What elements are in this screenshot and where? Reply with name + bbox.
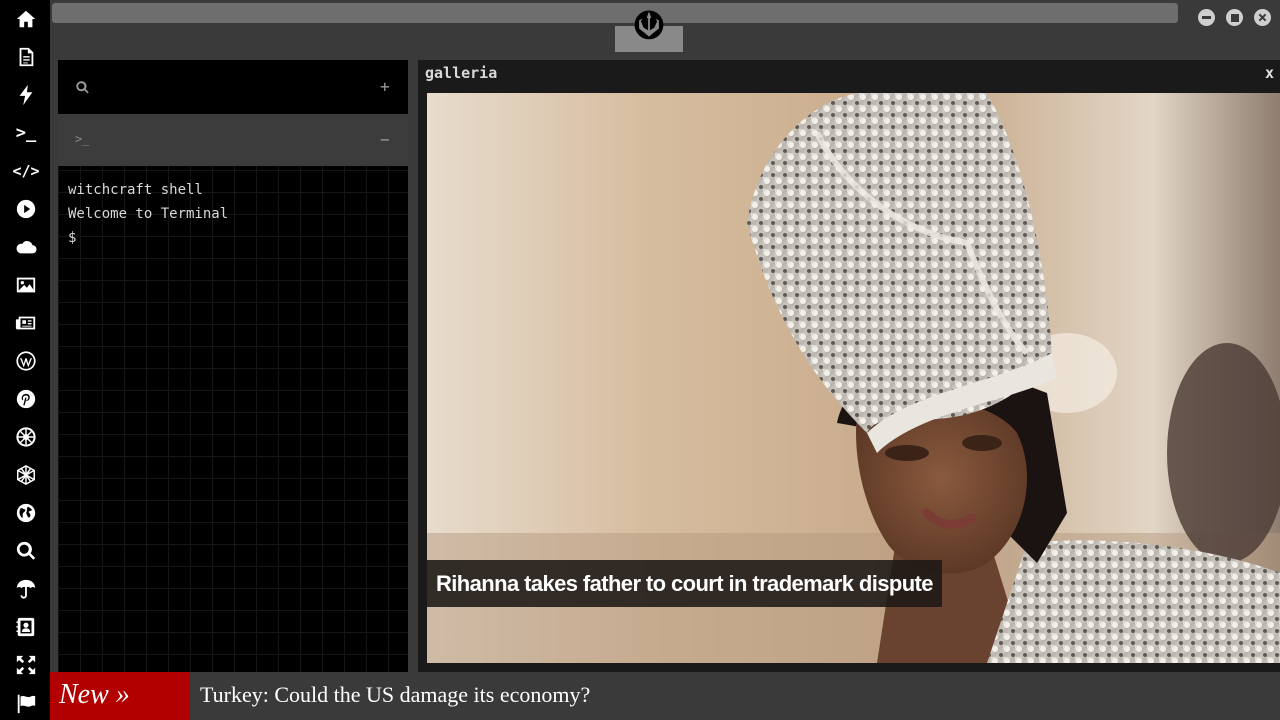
lightning-icon[interactable]: [13, 82, 39, 108]
newspaper-icon[interactable]: [13, 310, 39, 336]
wordpress-icon[interactable]: [13, 348, 39, 374]
terminal-icon[interactable]: >_: [13, 120, 39, 146]
close-icon: [1258, 13, 1267, 22]
ticker-headline[interactable]: Turkey: Could the US damage its economy?: [200, 672, 590, 718]
add-tab-button[interactable]: +: [380, 77, 390, 96]
terminal-output[interactable]: witchcraft shell Welcome to Terminal $: [68, 178, 228, 250]
code-icon[interactable]: </>: [12, 158, 39, 184]
gallery-panel: galleria x Rihanna takes father to court…: [418, 60, 1280, 672]
terminal-prompt: $: [68, 230, 77, 246]
gallery-title: galleria: [425, 64, 498, 82]
photo-caption[interactable]: Rihanna takes father to court in tradema…: [427, 560, 942, 607]
close-window-button[interactable]: [1254, 9, 1271, 26]
geometric-sphere-icon[interactable]: [13, 462, 39, 488]
rebel-emblem-icon[interactable]: [13, 424, 39, 450]
collapse-button[interactable]: −: [380, 130, 390, 149]
rebel-alliance-icon[interactable]: [615, 0, 683, 52]
cloud-icon[interactable]: [13, 234, 39, 260]
top-bar: [50, 0, 1280, 52]
prompt-icon: >_: [75, 132, 90, 146]
expand-icon[interactable]: [13, 652, 39, 678]
contacts-icon[interactable]: [13, 614, 39, 640]
gallery-close-button[interactable]: x: [1265, 64, 1274, 82]
terminal-search-bar: +: [58, 60, 408, 114]
search-icon[interactable]: [13, 538, 39, 564]
maximize-button[interactable]: [1226, 9, 1243, 26]
news-ticker: New » Turkey: Could the US damage its ec…: [50, 672, 1280, 720]
icon-rail: >_ </>: [0, 0, 50, 720]
terminal-tab[interactable]: >_ −: [58, 114, 408, 166]
pinterest-icon[interactable]: [13, 386, 39, 412]
search-icon[interactable]: [75, 80, 90, 95]
terminal-panel: + >_ − witchcraft shell Welcome to Termi…: [58, 60, 408, 672]
minimize-icon: [1202, 16, 1211, 19]
image-icon[interactable]: [13, 272, 39, 298]
globe-icon[interactable]: [13, 500, 39, 526]
document-icon[interactable]: [13, 44, 39, 70]
umbrella-icon[interactable]: [13, 576, 39, 602]
terminal-line: Welcome to Terminal: [68, 206, 229, 222]
gallery-photo[interactable]: Rihanna takes father to court in tradema…: [427, 93, 1280, 663]
play-icon[interactable]: [13, 196, 39, 222]
ticker-badge: New »: [50, 672, 190, 720]
flag-icon[interactable]: [13, 690, 39, 716]
maximize-icon: [1230, 13, 1239, 22]
minimize-button[interactable]: [1198, 9, 1215, 26]
home-icon[interactable]: [13, 6, 39, 32]
terminal-line: witchcraft shell: [68, 182, 203, 198]
